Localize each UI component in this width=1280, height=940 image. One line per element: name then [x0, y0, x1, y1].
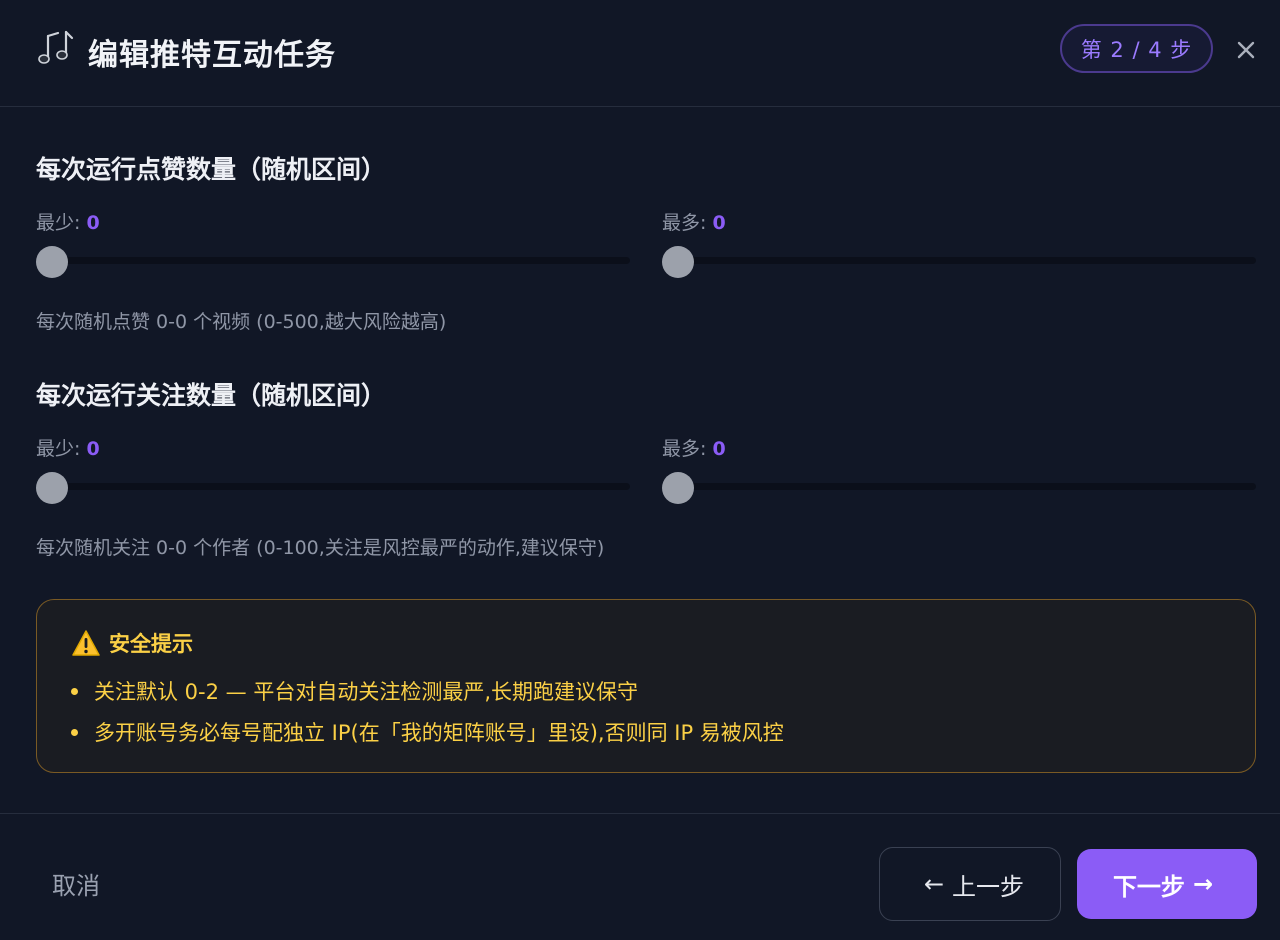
likes-min-slider-thumb[interactable] [36, 246, 68, 278]
likes-min-slider-track[interactable] [36, 257, 630, 264]
safety-warning-box: 安全提示 关注默认 0-2 — 平台对自动关注检测最严,长期跑建议保守 多开账号… [36, 599, 1256, 773]
modal-title: 编辑推特互动任务 [88, 38, 336, 73]
follows-min-label: 最少: 0 [36, 438, 100, 460]
close-icon[interactable] [1232, 36, 1260, 64]
arrow-right-icon: → [1192, 870, 1214, 898]
follows-min-slider-thumb[interactable] [36, 472, 68, 504]
follows-max-value: 0 [712, 438, 726, 460]
likes-min-value: 0 [86, 212, 100, 234]
warning-item: 多开账号务必每号配独立 IP(在「我的矩阵账号」里设),否则同 IP 易被风控 [71, 717, 784, 747]
edit-task-modal: 编辑推特互动任务 第 2 / 4 步 每次运行点赞数量（随机区间） 最少: 0 … [0, 0, 1280, 940]
warning-icon [71, 629, 101, 657]
follows-hint: 每次随机关注 0-0 个作者 (0-100,关注是风控最严的动作,建议保守) [36, 537, 605, 559]
music-notes-icon [36, 28, 78, 70]
follows-min-value: 0 [86, 438, 100, 460]
follows-section-title: 每次运行关注数量（随机区间） [36, 381, 387, 410]
modal-footer: 取消 ← 上一步 下一步 → [0, 813, 1280, 940]
arrow-left-icon: ← [923, 870, 945, 898]
likes-max-label: 最多: 0 [662, 212, 726, 234]
next-step-button[interactable]: 下一步 → [1077, 849, 1257, 919]
cancel-button[interactable]: 取消 [52, 866, 100, 901]
likes-max-value: 0 [712, 212, 726, 234]
likes-section-title: 每次运行点赞数量（随机区间） [36, 155, 387, 184]
warning-item: 关注默认 0-2 — 平台对自动关注检测最严,长期跑建议保守 [71, 676, 638, 706]
follows-max-slider-thumb[interactable] [662, 472, 694, 504]
likes-min-label: 最少: 0 [36, 212, 100, 234]
follows-max-label: 最多: 0 [662, 438, 726, 460]
warning-title: 安全提示 [71, 628, 193, 658]
prev-step-button[interactable]: ← 上一步 [879, 847, 1061, 921]
step-badge: 第 2 / 4 步 [1060, 24, 1213, 73]
likes-hint: 每次随机点赞 0-0 个视频 (0-500,越大风险越高) [36, 311, 447, 333]
likes-max-slider-thumb[interactable] [662, 246, 694, 278]
follows-max-slider-track[interactable] [662, 483, 1256, 490]
likes-max-slider-track[interactable] [662, 257, 1256, 264]
follows-min-slider-track[interactable] [36, 483, 630, 490]
modal-header: 编辑推特互动任务 第 2 / 4 步 [0, 0, 1280, 107]
